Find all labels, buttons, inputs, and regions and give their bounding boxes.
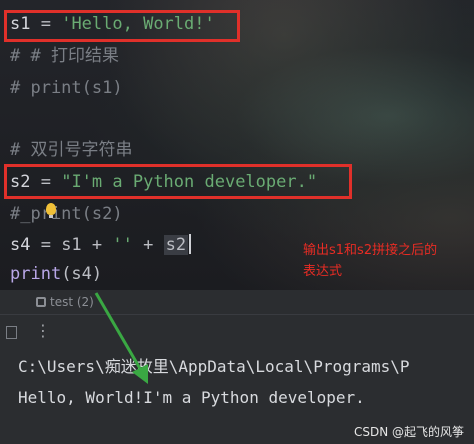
highlight-box-s2: [4, 164, 352, 199]
comment: # 双引号字符串: [10, 140, 133, 160]
identifier-s4: s4: [10, 235, 31, 255]
function-print: print: [10, 264, 62, 284]
more-options-icon[interactable]: ⋮: [35, 321, 52, 341]
code-line-3[interactable]: # print(s1): [10, 74, 123, 102]
call-args: (s4): [61, 264, 103, 284]
run-toolbar: ⋮: [0, 315, 474, 351]
console-output-line-1: C:\Users\痴迷故里\AppData\Local\Programs\P: [18, 357, 410, 376]
console-output-line-2: Hello, World!I'm a Python developer.: [18, 388, 365, 407]
code-line-2[interactable]: # # 打印结果: [10, 42, 119, 70]
highlight-box-s1: [4, 10, 240, 42]
lightbulb-icon[interactable]: [46, 203, 56, 218]
expr-part: = s1 +: [30, 235, 113, 255]
empty-string-literal: '': [112, 235, 133, 255]
run-config-icon: [36, 297, 46, 307]
annotation-line-1: 输出s1和s2拼接之后的: [303, 243, 438, 258]
annotation-line-2: 表达式: [303, 264, 343, 279]
comment: # # 打印结果: [10, 46, 119, 66]
annotation-text: 输出s1和s2拼接之后的 表达式: [303, 240, 473, 282]
run-tab-label: test (2): [50, 295, 94, 309]
comment: # print(s1): [10, 78, 123, 98]
code-line-7[interactable]: #_print(s2): [10, 200, 123, 228]
plus-op: +: [132, 235, 164, 255]
code-line-5[interactable]: # 双引号字符串: [10, 136, 132, 164]
code-line-8[interactable]: s4 = s1 + '' + s2: [10, 231, 192, 259]
run-tab-bar: test (2): [0, 290, 474, 315]
run-console[interactable]: C:\Users\痴迷故里\AppData\Local\Programs\P H…: [0, 351, 474, 444]
selected-identifier-s2: s2: [163, 235, 189, 255]
run-tab[interactable]: test (2): [36, 292, 112, 312]
watermark: CSDN @起飞的风筝: [353, 425, 464, 439]
run-config-icon[interactable]: [6, 326, 17, 339]
comment: #_print(s2): [10, 204, 123, 224]
text-caret: [189, 234, 192, 254]
code-line-9[interactable]: print(s4): [10, 260, 102, 288]
